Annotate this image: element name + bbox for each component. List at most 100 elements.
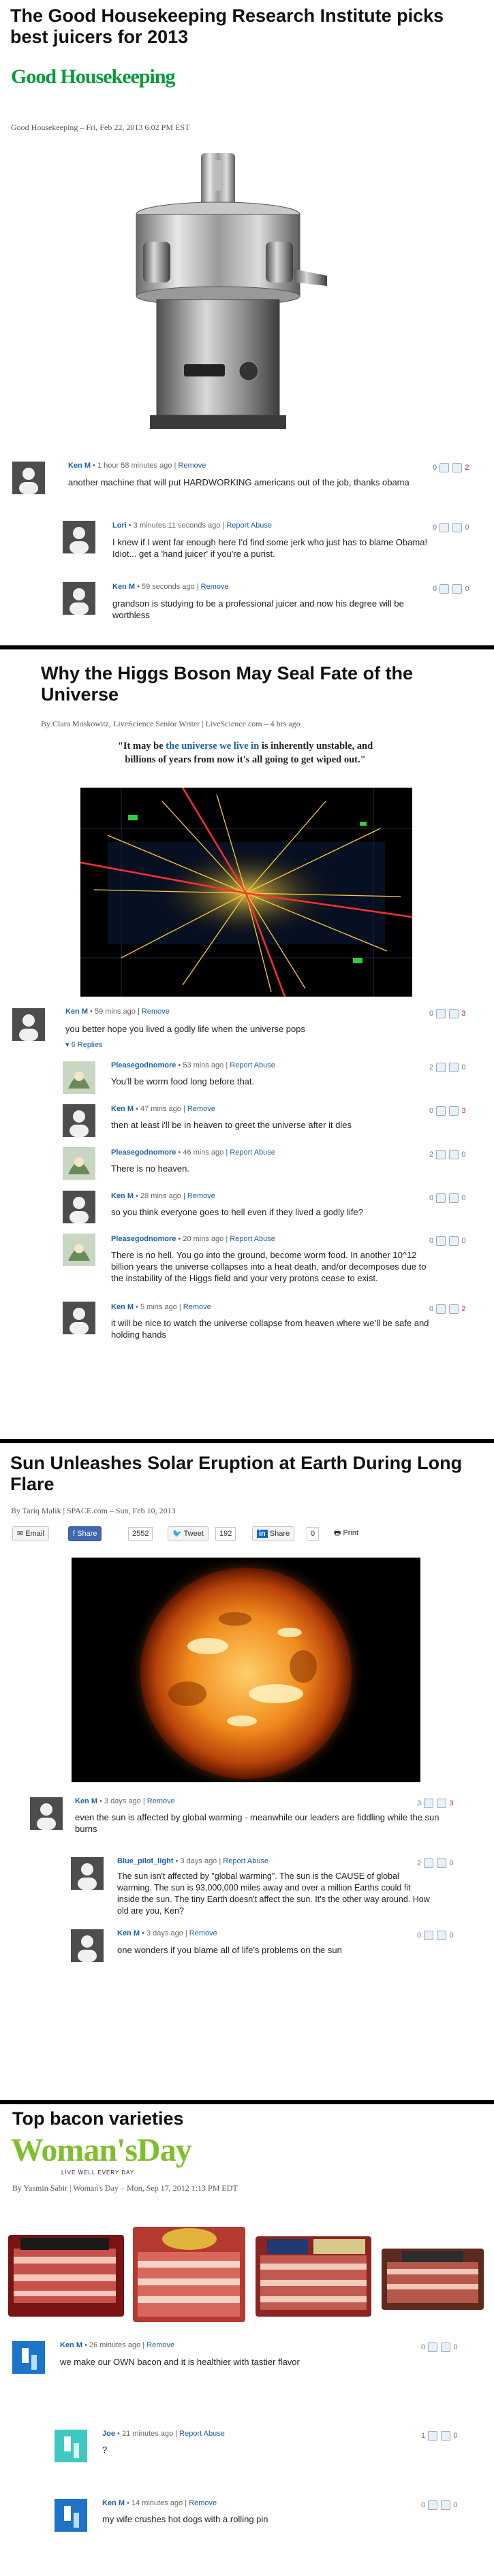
thumbs-up-icon[interactable] [424, 1858, 434, 1868]
avatar[interactable] [63, 1302, 95, 1334]
thumbs-up-icon[interactable] [436, 1236, 446, 1246]
remove-link[interactable]: Remove [183, 1303, 211, 1311]
quote-link[interactable]: the universe we live in [166, 741, 259, 752]
comment-text: ? [102, 2445, 108, 2455]
thumbs-down-icon[interactable] [437, 1799, 447, 1808]
thumbs-down-icon[interactable] [437, 1858, 447, 1868]
avatar[interactable] [71, 1857, 104, 1890]
thumbs-up-icon[interactable] [428, 2431, 438, 2441]
vote-counts: 0 3 [429, 1106, 465, 1116]
avatar[interactable] [12, 2341, 45, 2374]
commenter-name[interactable]: Ken M [111, 1105, 134, 1113]
report-abuse-link[interactable]: Report Abuse [223, 1857, 268, 1865]
remove-link[interactable]: Remove [187, 1105, 215, 1113]
thumbs-down-icon[interactable] [441, 2500, 451, 2510]
report-abuse-link[interactable]: Report Abuse [179, 2430, 225, 2438]
comment-time: 59 mins ago [94, 1008, 136, 1016]
commenter-name[interactable]: Pleasegodnomore [111, 1148, 176, 1157]
thumbs-down-icon[interactable] [449, 1150, 459, 1159]
thumbs-up-icon[interactable] [428, 2342, 438, 2352]
avatar[interactable] [63, 521, 95, 553]
avatar[interactable] [30, 1797, 63, 1830]
commenter-name[interactable]: Ken M [60, 2341, 82, 2349]
avatar[interactable] [63, 1147, 95, 1180]
thumbs-down-icon[interactable] [452, 584, 463, 594]
report-abuse-link[interactable]: Report Abuse [230, 1061, 275, 1069]
thumbs-up-icon[interactable] [436, 1106, 446, 1116]
facebook-share-button[interactable]: f Share [68, 1526, 102, 1541]
avatar[interactable] [63, 1234, 95, 1266]
thumbs-up-icon[interactable] [436, 1193, 446, 1203]
thumbs-down-icon[interactable] [452, 463, 463, 472]
linkedin-share-button[interactable]: in Share [252, 1526, 295, 1541]
commenter-name[interactable]: Ken M [65, 1008, 88, 1016]
commenter-name[interactable]: Joe [102, 2430, 115, 2438]
report-abuse-link[interactable]: Report Abuse [230, 1148, 275, 1157]
remove-link[interactable]: Remove [189, 1929, 217, 1937]
comment-time: 53 mins ago [183, 1061, 224, 1069]
commenter-name[interactable]: Ken M [112, 583, 135, 591]
thumbs-up-count: 3 [417, 1799, 422, 1807]
thumbs-down-icon[interactable] [452, 523, 463, 532]
remove-link[interactable]: Remove [189, 2499, 217, 2507]
thumbs-up-count: 0 [433, 584, 437, 593]
commenter-name[interactable]: Pleasegodnomore [111, 1061, 176, 1069]
remove-link[interactable]: Remove [146, 2341, 174, 2349]
avatar[interactable] [63, 1191, 95, 1223]
thumbs-down-icon[interactable] [449, 1106, 459, 1116]
thumbs-up-icon[interactable] [424, 1931, 434, 1940]
thumbs-up-icon[interactable] [436, 1063, 446, 1072]
commenter-name[interactable]: Ken M [68, 462, 91, 470]
thumbs-up-icon[interactable] [428, 2500, 438, 2510]
thumbs-up-icon[interactable] [439, 584, 450, 594]
thumbs-down-icon[interactable] [449, 1193, 459, 1203]
solar-flare-image [72, 1554, 420, 1792]
avatar[interactable] [55, 2499, 87, 2532]
thumbs-down-count: 0 [461, 1193, 466, 1202]
comment-text: it will be nice to watch the universe co… [111, 1318, 429, 1340]
email-share-button[interactable]: ✉ Email [12, 1526, 49, 1541]
thumbs-up-count: 1 [421, 2431, 426, 2440]
commenter-name[interactable]: Ken M [75, 1797, 97, 1805]
commenter-name[interactable]: Lori [112, 521, 127, 530]
avatar[interactable] [63, 1104, 95, 1137]
report-abuse-link[interactable]: Report Abuse [226, 521, 272, 530]
remove-link[interactable]: Remove [201, 583, 229, 591]
replies-toggle[interactable]: ▾ 6 Replies [65, 1040, 102, 1049]
thumbs-up-icon[interactable] [436, 1304, 446, 1314]
thumbs-down-icon[interactable] [449, 1236, 459, 1246]
thumbs-up-icon[interactable] [439, 463, 450, 472]
print-button[interactable]: 🖶 Print [330, 1526, 362, 1540]
thumbs-up-icon[interactable] [439, 523, 450, 532]
remove-link[interactable]: Remove [147, 1797, 175, 1805]
report-abuse-link[interactable]: Report Abuse [230, 1235, 275, 1243]
comment-meta: Ken M • 26 minutes ago | Remove [60, 2341, 175, 2349]
thumbs-down-icon[interactable] [449, 1063, 459, 1072]
thumbs-down-icon[interactable] [449, 1009, 459, 1018]
commenter-name[interactable]: Ken M [102, 2499, 125, 2507]
tweet-button[interactable]: 🐦 Tweet [168, 1526, 209, 1541]
commenter-name[interactable]: Pleasegodnomore [111, 1235, 176, 1243]
thumbs-down-icon[interactable] [441, 2342, 451, 2352]
thumbs-down-count: 0 [461, 1063, 466, 1072]
commenter-name[interactable]: Ken M [117, 1929, 140, 1937]
avatar[interactable] [12, 1008, 45, 1041]
avatar[interactable] [71, 1929, 104, 1962]
thumbs-up-icon[interactable] [424, 1799, 434, 1808]
commenter-name[interactable]: Ken M [111, 1192, 134, 1200]
thumbs-up-icon[interactable] [436, 1150, 446, 1159]
thumbs-up-icon[interactable] [436, 1009, 446, 1018]
thumbs-down-icon[interactable] [449, 1304, 459, 1314]
avatar[interactable] [55, 2430, 87, 2462]
comment-time: 3 days ago [180, 1857, 217, 1865]
remove-link[interactable]: Remove [187, 1192, 215, 1200]
commenter-name[interactable]: Ken M [111, 1303, 134, 1311]
commenter-name[interactable]: Blue_pilot_light [117, 1857, 174, 1865]
remove-link[interactable]: Remove [142, 1008, 170, 1016]
avatar[interactable] [12, 462, 45, 494]
thumbs-down-icon[interactable] [441, 2431, 451, 2441]
avatar[interactable] [63, 582, 95, 615]
avatar[interactable] [63, 1061, 95, 1094]
remove-link[interactable]: Remove [178, 462, 206, 470]
thumbs-down-icon[interactable] [437, 1931, 447, 1940]
